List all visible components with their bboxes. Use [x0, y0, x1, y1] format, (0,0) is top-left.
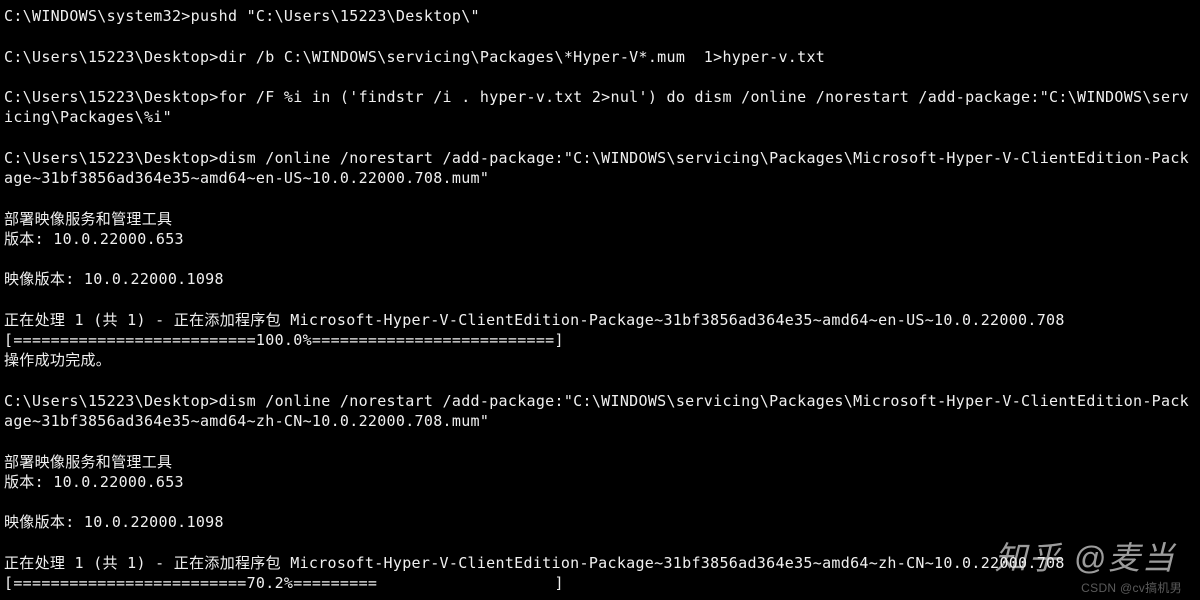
- terminal-blank-line: [4, 290, 1196, 310]
- terminal-blank-line: [4, 371, 1196, 391]
- terminal-output[interactable]: C:\WINDOWS\system32>pushd "C:\Users\1522…: [4, 6, 1196, 593]
- terminal-line: [=========================70.2%=========…: [4, 573, 1196, 593]
- terminal-line: C:\Users\15223\Desktop>dism /online /nor…: [4, 148, 1196, 189]
- terminal-line: 部署映像服务和管理工具: [4, 452, 1196, 472]
- terminal-line: 映像版本: 10.0.22000.1098: [4, 269, 1196, 289]
- terminal-line: 版本: 10.0.22000.653: [4, 229, 1196, 249]
- terminal-line: 操作成功完成。: [4, 350, 1196, 370]
- terminal-line: C:\Users\15223\Desktop>for /F %i in ('fi…: [4, 87, 1196, 128]
- terminal-blank-line: [4, 249, 1196, 269]
- terminal-line: 版本: 10.0.22000.653: [4, 472, 1196, 492]
- terminal-line: 正在处理 1 (共 1) - 正在添加程序包 Microsoft-Hyper-V…: [4, 553, 1196, 573]
- terminal-blank-line: [4, 67, 1196, 87]
- terminal-line: C:\Users\15223\Desktop>dir /b C:\WINDOWS…: [4, 47, 1196, 67]
- terminal-line: C:\Users\15223\Desktop>dism /online /nor…: [4, 391, 1196, 432]
- terminal-blank-line: [4, 26, 1196, 46]
- terminal-line: C:\WINDOWS\system32>pushd "C:\Users\1522…: [4, 6, 1196, 26]
- terminal-blank-line: [4, 188, 1196, 208]
- terminal-blank-line: [4, 431, 1196, 451]
- terminal-blank-line: [4, 128, 1196, 148]
- terminal-blank-line: [4, 533, 1196, 553]
- terminal-line: 映像版本: 10.0.22000.1098: [4, 512, 1196, 532]
- terminal-blank-line: [4, 492, 1196, 512]
- terminal-line: 正在处理 1 (共 1) - 正在添加程序包 Microsoft-Hyper-V…: [4, 310, 1196, 330]
- terminal-line: 部署映像服务和管理工具: [4, 209, 1196, 229]
- terminal-line: [==========================100.0%=======…: [4, 330, 1196, 350]
